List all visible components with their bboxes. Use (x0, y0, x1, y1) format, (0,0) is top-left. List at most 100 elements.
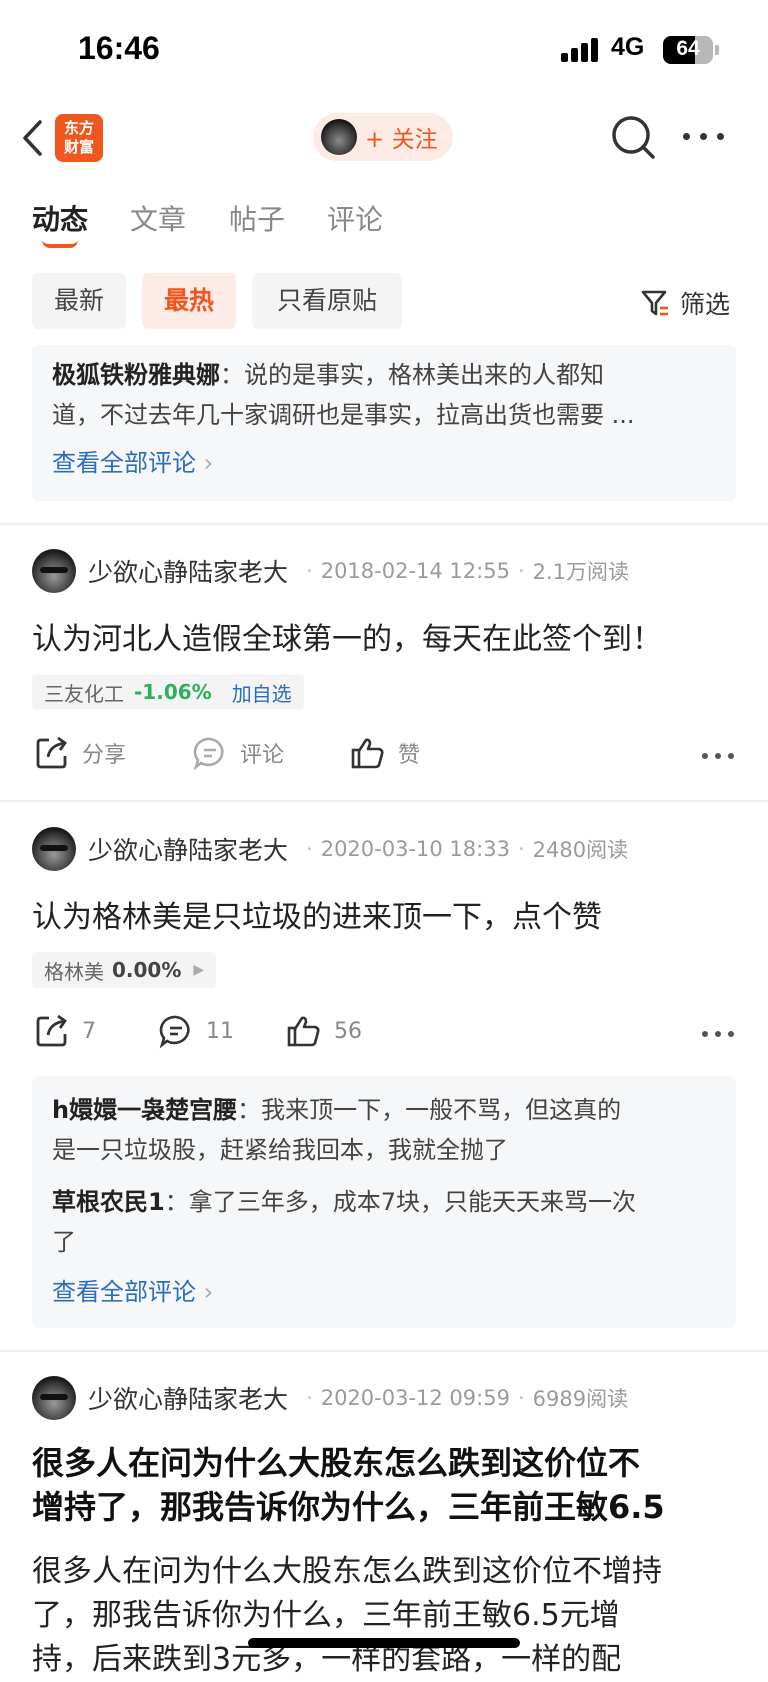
status-time: 16:46 (78, 30, 160, 66)
separator-dot: · (517, 559, 525, 583)
post-date: 2020-03-12 09:59 (320, 1386, 510, 1410)
post-header: 少欲心静陆家老大 · 2020-03-12 09:59 · 6989阅读 (32, 1376, 628, 1420)
filter-hottest[interactable]: 最热 (142, 273, 236, 329)
post-title[interactable]: 认为格林美是只垃圾的进来顶一下，点个赞 (32, 892, 602, 936)
status-bar: 16:46 4G 64 (0, 0, 768, 100)
tab-posts[interactable]: 帖子 (229, 198, 285, 238)
share-button[interactable]: 7 (34, 1013, 96, 1049)
like-button[interactable]: 56 (286, 1013, 362, 1049)
like-label: 赞 (398, 743, 421, 768)
avatar[interactable] (32, 1376, 76, 1420)
post-username[interactable]: 少欲心静陆家老大 (88, 831, 288, 867)
like-count: 56 (334, 1018, 362, 1044)
comment-label: 评论 (240, 743, 285, 768)
comment-button[interactable]: 评论 (192, 735, 284, 771)
comment-user[interactable]: h嬛嬛一袅楚宫腰 (52, 1096, 237, 1124)
post-body[interactable]: 很多人在问为什么大股东怎么跌到这价位不增持 了，那我告诉你为什么，三年前王敏6.… (32, 1550, 742, 1682)
stock-change: -1.06% (134, 680, 212, 704)
post-header: 少欲心静陆家老大 · 2018-02-14 12:55 · 2.1万阅读 (32, 549, 629, 593)
comment-line: 草根农民1：拿了三年多，成本7块，只能天天来骂一次 (52, 1188, 636, 1216)
filter-label: 筛选 (680, 290, 731, 319)
separator-dot: · (306, 1386, 313, 1410)
post-title[interactable]: 认为河北人造假全球第一的，每天在此签个到！ (32, 614, 662, 658)
comment-preview-box: h嬛嬛一袅楚宫腰：我来顶一下，一般不骂，但这真的 是一只垃圾股，赶紧给我回本，我… (32, 1076, 736, 1328)
separator-dot: · (306, 559, 313, 583)
add-watchlist-button[interactable]: 加自选 (232, 678, 292, 707)
app-logo[interactable]: 东方 财富 (55, 114, 103, 162)
signal-icon (561, 38, 601, 62)
search-icon (612, 116, 655, 159)
post-title-line: 很多人在问为什么大股东怎么跌到这价位不 (32, 1444, 641, 1482)
share-label: 分享 (82, 743, 127, 768)
avatar[interactable] (32, 827, 76, 871)
like-button[interactable]: 赞 (350, 735, 420, 771)
post-actions: 分享 评论 赞 (32, 735, 736, 779)
logo-text-bottom: 财富 (63, 138, 94, 156)
stock-tag[interactable]: 格林美 0.00% ▶ (32, 952, 217, 988)
network-type: 4G (611, 33, 645, 61)
avatar[interactable] (32, 549, 76, 593)
comment-user[interactable]: 极狐铁粉雅典娜 (52, 361, 220, 389)
comment-line: h嬛嬛一袅楚宫腰：我来顶一下，一般不骂，但这真的 (52, 1096, 622, 1124)
comment-line: 极狐铁粉雅典娜：说的是事实，格林美出来的人都知 (52, 361, 604, 389)
divider (0, 800, 768, 802)
share-icon (36, 1014, 67, 1047)
view-all-comments-link[interactable]: 查看全部评论 (52, 1272, 716, 1312)
filter-original-only[interactable]: 只看原贴 (252, 273, 402, 329)
comment-text: 了 (52, 1228, 76, 1256)
thumbs-up-icon (287, 1016, 320, 1047)
comment-preview-box: 极狐铁粉雅典娜：说的是事实，格林美出来的人都知 道，不过去年几十家调研也是事实，… (32, 345, 736, 501)
post-username[interactable]: 少欲心静陆家老大 (88, 1380, 288, 1416)
tab-articles[interactable]: 文章 (130, 198, 186, 238)
active-tab-indicator (42, 240, 78, 248)
comment-icon (159, 1015, 190, 1049)
comment-text: 我来顶一下，一般不骂，但这真的 (261, 1096, 622, 1124)
post-reads: 2.1万阅读 (532, 560, 630, 584)
share-icon (36, 736, 67, 769)
post-reads: 6989阅读 (532, 1387, 629, 1411)
divider (0, 523, 768, 525)
view-all-comments-link[interactable]: 查看全部评论 (52, 443, 716, 483)
comment-text: 是一只垃圾股，赶紧给我回本，我就全抛了 (52, 1136, 508, 1164)
avatar (321, 119, 357, 155)
back-button[interactable] (20, 118, 50, 158)
post-title[interactable]: 很多人在问为什么大股东怎么跌到这价位不 增持了，那我告诉你为什么，三年前王敏6.… (32, 1441, 742, 1529)
dot-icon (700, 133, 707, 140)
share-button[interactable]: 分享 (34, 735, 126, 771)
comment-count: 11 (206, 1018, 234, 1044)
comment-text: 说的是事实，格林美出来的人都知 (244, 361, 604, 389)
post-date: 2018-02-14 12:55 (320, 559, 510, 583)
comment-text: 拿了三年多，成本7块，只能天天来骂一次 (188, 1188, 636, 1216)
battery-level: 64 (676, 37, 700, 60)
post-more-button[interactable] (702, 753, 736, 761)
post-actions: 7 11 56 (32, 1013, 736, 1057)
filter-icon (641, 290, 668, 316)
tab-bar: 动态 文章 帖子 评论 (0, 190, 768, 250)
stock-tag[interactable]: 三友化工 -1.06% 加自选 (32, 674, 304, 710)
follow-button[interactable]: + 关注 (313, 113, 453, 161)
tab-dynamic[interactable]: 动态 (32, 198, 88, 238)
separator-dot: · (306, 837, 313, 861)
post-username[interactable]: 少欲心静陆家老大 (88, 553, 288, 589)
tab-comments[interactable]: 评论 (327, 198, 383, 238)
filter-button[interactable]: 筛选 (640, 285, 730, 321)
follow-label: + 关注 (365, 127, 438, 153)
more-button[interactable] (683, 133, 725, 143)
search-button[interactable] (610, 114, 658, 162)
separator-dot: · (517, 1386, 525, 1410)
comment-user[interactable]: 草根农民1 (52, 1188, 165, 1216)
filter-newest[interactable]: 最新 (32, 273, 126, 329)
stock-name: 三友化工 (44, 681, 124, 706)
dot-icon (717, 133, 724, 140)
home-indicator[interactable] (248, 1638, 520, 1648)
stock-name: 格林美 (44, 959, 104, 984)
post-date: 2020-03-10 18:33 (320, 837, 510, 861)
comment-text: 道，不过去年几十家调研也是事实，拉高出货也需要 ... (52, 401, 635, 429)
comment-button[interactable]: 11 (158, 1013, 234, 1049)
separator-dot: · (517, 837, 525, 861)
triangle-right-icon: ▶ (193, 962, 205, 978)
post-more-button[interactable] (702, 1031, 736, 1039)
post-header: 少欲心静陆家老大 · 2020-03-10 18:33 · 2480阅读 (32, 827, 628, 871)
battery-tip (715, 45, 719, 55)
post-body-line: 了，那我告诉你为什么，三年前王敏6.5元增 (32, 1598, 620, 1633)
